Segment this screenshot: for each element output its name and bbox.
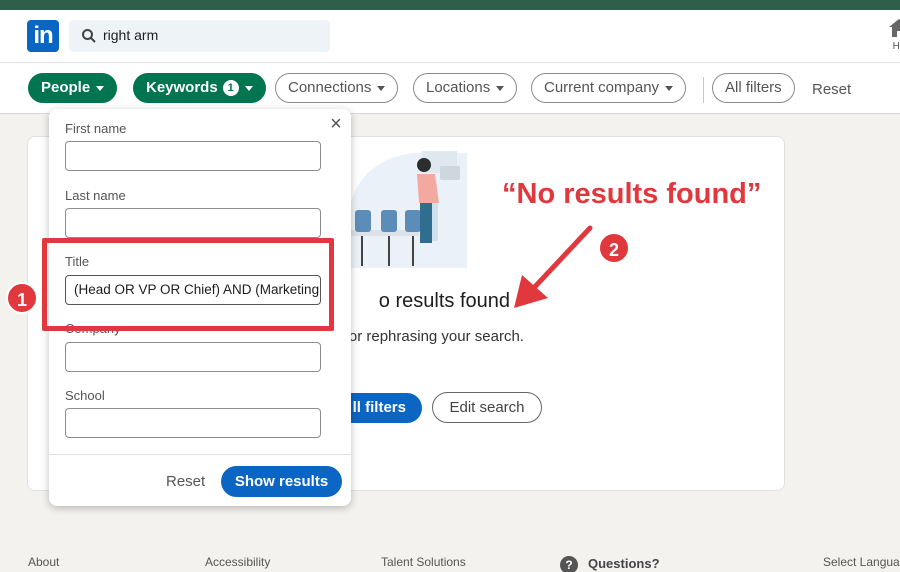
reset-filters-button[interactable]: Reset bbox=[812, 81, 851, 98]
first-name-field[interactable] bbox=[65, 141, 321, 171]
nav-home[interactable]: Ho bbox=[884, 18, 900, 52]
school-label: School bbox=[65, 388, 105, 403]
caret-down-icon bbox=[96, 85, 105, 91]
school-field[interactable] bbox=[65, 408, 321, 438]
show-results-button[interactable]: Show results bbox=[221, 466, 342, 497]
filter-divider bbox=[703, 77, 704, 103]
filter-current-company[interactable]: Current company bbox=[531, 73, 687, 103]
global-nav: in right arm Ho bbox=[0, 10, 900, 62]
annotation-arrow-icon bbox=[514, 225, 593, 308]
annotation-callout-text: “No results found” bbox=[502, 178, 762, 210]
home-icon bbox=[889, 19, 900, 37]
footer-questions-link[interactable]: Questions? bbox=[588, 556, 660, 571]
question-icon: ? bbox=[560, 556, 578, 572]
dropdown-reset-button[interactable]: Reset bbox=[166, 473, 205, 490]
dropdown-divider bbox=[49, 454, 351, 455]
annotation-number-1: 1 bbox=[6, 282, 38, 314]
footer-language-select[interactable]: Select Language bbox=[823, 555, 900, 569]
footer-about-link[interactable]: About bbox=[28, 555, 59, 569]
caret-down-icon bbox=[496, 85, 505, 91]
keywords-count-badge: 1 bbox=[222, 80, 239, 96]
footer-accessibility-link[interactable]: Accessibility bbox=[205, 555, 270, 569]
caret-down-icon bbox=[665, 85, 674, 91]
filter-locations-label: Locations bbox=[426, 79, 491, 96]
filter-connections-label: Connections bbox=[288, 79, 372, 96]
search-input[interactable]: right arm bbox=[69, 20, 330, 52]
filter-connections[interactable]: Connections bbox=[275, 73, 399, 103]
filter-locations[interactable]: Locations bbox=[413, 73, 518, 103]
empty-state-illustration bbox=[347, 151, 467, 268]
filter-keywords[interactable]: Keywords 1 bbox=[133, 73, 266, 103]
search-icon bbox=[82, 29, 96, 43]
last-name-label: Last name bbox=[65, 188, 126, 203]
close-icon[interactable]: × bbox=[327, 114, 345, 134]
filter-people[interactable]: People bbox=[28, 73, 118, 103]
linkedin-logo[interactable]: in bbox=[27, 20, 59, 52]
annotation-highlight-box bbox=[42, 238, 334, 331]
annotation-number-2: 2 bbox=[598, 232, 630, 264]
company-field[interactable] bbox=[65, 342, 321, 372]
filter-bar: People Keywords 1 Connections Locations C… bbox=[0, 62, 900, 114]
last-name-field[interactable] bbox=[65, 208, 321, 238]
top-strip bbox=[0, 0, 900, 10]
caret-down-icon bbox=[377, 85, 386, 91]
nav-home-label: Ho bbox=[892, 41, 900, 52]
filter-current-company-label: Current company bbox=[544, 79, 660, 96]
all-filters-button[interactable]: All filters bbox=[712, 73, 795, 103]
footer-talent-link[interactable]: Talent Solutions bbox=[381, 555, 466, 569]
search-value: right arm bbox=[103, 27, 159, 43]
edit-search-button[interactable]: Edit search bbox=[432, 392, 542, 423]
caret-down-icon bbox=[244, 85, 253, 91]
filter-people-label: People bbox=[41, 79, 91, 96]
filter-keywords-label: Keywords bbox=[146, 79, 218, 96]
first-name-label: First name bbox=[65, 121, 127, 136]
